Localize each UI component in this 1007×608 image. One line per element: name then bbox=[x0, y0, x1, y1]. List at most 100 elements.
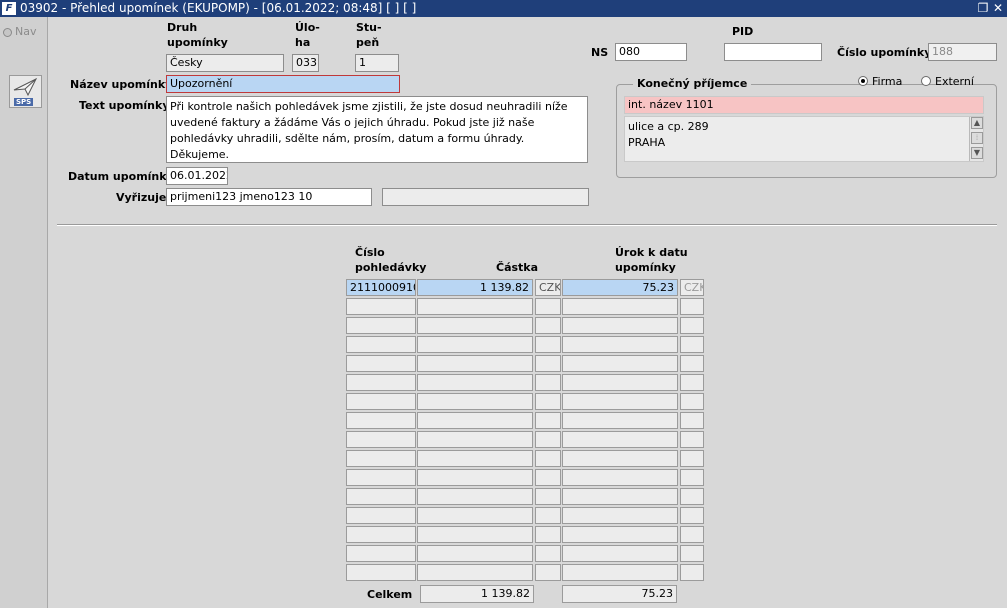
mena-cell[interactable]: CZK bbox=[535, 279, 561, 296]
castka-cell[interactable] bbox=[417, 431, 533, 448]
mena2-cell[interactable] bbox=[680, 412, 704, 429]
urok-cell[interactable] bbox=[562, 374, 678, 391]
cislo-cell[interactable] bbox=[346, 298, 416, 315]
urok-cell[interactable] bbox=[562, 545, 678, 562]
mena-cell[interactable] bbox=[535, 545, 561, 562]
urok-cell[interactable] bbox=[562, 412, 678, 429]
urok-cell[interactable] bbox=[562, 393, 678, 410]
mena-cell[interactable] bbox=[535, 431, 561, 448]
castka-cell[interactable] bbox=[417, 393, 533, 410]
externi-radio[interactable] bbox=[921, 76, 931, 86]
castka-cell[interactable] bbox=[417, 507, 533, 524]
mena-cell[interactable] bbox=[535, 374, 561, 391]
urok-cell[interactable] bbox=[562, 336, 678, 353]
cislo-cell[interactable] bbox=[346, 317, 416, 334]
recipient-address-box[interactable]: ulice a cp. 289 PRAHA bbox=[624, 116, 984, 162]
restore-icon[interactable]: ❐ bbox=[976, 0, 990, 17]
cislo-cell[interactable] bbox=[346, 393, 416, 410]
cislo-cell[interactable]: 2111000910 bbox=[346, 279, 416, 296]
text-textarea[interactable]: Při kontrole našich pohledávek jsme zjis… bbox=[166, 96, 588, 163]
close-icon[interactable]: ✕ bbox=[991, 0, 1005, 17]
mena-cell[interactable] bbox=[535, 412, 561, 429]
mena2-cell[interactable] bbox=[680, 393, 704, 410]
mena2-cell[interactable]: CZK bbox=[680, 279, 704, 296]
mena-cell[interactable] bbox=[535, 355, 561, 372]
mena-cell[interactable] bbox=[535, 488, 561, 505]
datum-input[interactable]: 06.01.2022 bbox=[166, 167, 228, 185]
cislo-cell[interactable] bbox=[346, 507, 416, 524]
castka-cell[interactable] bbox=[417, 355, 533, 372]
druh-field[interactable]: Česky bbox=[166, 54, 284, 72]
recipient-name-field[interactable]: int. název 1101 bbox=[624, 96, 984, 114]
stupen-field[interactable]: 1 bbox=[355, 54, 399, 72]
urok-cell[interactable] bbox=[562, 355, 678, 372]
castka-cell[interactable] bbox=[417, 545, 533, 562]
nav-radio[interactable] bbox=[3, 28, 12, 37]
mena-cell[interactable] bbox=[535, 469, 561, 486]
mena2-cell[interactable] bbox=[680, 374, 704, 391]
mena-cell[interactable] bbox=[535, 393, 561, 410]
scroll-down-icon[interactable]: ▼ bbox=[971, 147, 983, 159]
cislo-cell[interactable] bbox=[346, 469, 416, 486]
mena2-cell[interactable] bbox=[680, 564, 704, 581]
urok-cell[interactable] bbox=[562, 526, 678, 543]
urok-cell[interactable] bbox=[562, 450, 678, 467]
mena-cell[interactable] bbox=[535, 450, 561, 467]
vyrizuje-input[interactable]: prijmeni123 jmeno123 10 bbox=[166, 188, 372, 206]
scroll-up-icon[interactable]: ▲ bbox=[971, 117, 983, 129]
cislo-cell[interactable] bbox=[346, 526, 416, 543]
urok-cell[interactable] bbox=[562, 431, 678, 448]
mena2-cell[interactable] bbox=[680, 355, 704, 372]
castka-cell[interactable] bbox=[417, 374, 533, 391]
cislo-cell[interactable] bbox=[346, 450, 416, 467]
mena-cell[interactable] bbox=[535, 317, 561, 334]
castka-cell[interactable] bbox=[417, 336, 533, 353]
mena2-cell[interactable] bbox=[680, 507, 704, 524]
uloha-field[interactable]: 033 bbox=[292, 54, 319, 72]
urok-cell[interactable] bbox=[562, 507, 678, 524]
cislo-cell[interactable] bbox=[346, 374, 416, 391]
urok-cell[interactable] bbox=[562, 317, 678, 334]
nazev-input[interactable]: Upozornění bbox=[166, 75, 400, 93]
mena-cell[interactable] bbox=[535, 336, 561, 353]
urok-cell[interactable] bbox=[562, 488, 678, 505]
mena2-cell[interactable] bbox=[680, 469, 704, 486]
cislo-cell[interactable] bbox=[346, 564, 416, 581]
castka-cell[interactable]: 1 139.82 bbox=[417, 279, 533, 296]
cislo-cell[interactable] bbox=[346, 488, 416, 505]
cislo-cell[interactable] bbox=[346, 431, 416, 448]
mena2-cell[interactable] bbox=[680, 450, 704, 467]
address-scrollbar[interactable]: ▲ ⁞ ▼ bbox=[969, 117, 983, 161]
sps-button[interactable]: SPS bbox=[9, 75, 42, 108]
castka-cell[interactable] bbox=[417, 317, 533, 334]
mena2-cell[interactable] bbox=[680, 336, 704, 353]
castka-cell[interactable] bbox=[417, 526, 533, 543]
castka-cell[interactable] bbox=[417, 298, 533, 315]
mena-cell[interactable] bbox=[535, 564, 561, 581]
mena-cell[interactable] bbox=[535, 507, 561, 524]
mena2-cell[interactable] bbox=[680, 545, 704, 562]
cislo-cell[interactable] bbox=[346, 336, 416, 353]
castka-cell[interactable] bbox=[417, 412, 533, 429]
mena2-cell[interactable] bbox=[680, 317, 704, 334]
urok-cell[interactable] bbox=[562, 564, 678, 581]
cislo-cell[interactable] bbox=[346, 545, 416, 562]
castka-cell[interactable] bbox=[417, 564, 533, 581]
scroll-thumb-icon[interactable]: ⁞ bbox=[971, 132, 983, 144]
ns-input[interactable]: 080 bbox=[615, 43, 687, 61]
cislo-cell[interactable] bbox=[346, 412, 416, 429]
urok-cell[interactable]: 75.23 bbox=[562, 279, 678, 296]
urok-cell[interactable] bbox=[562, 469, 678, 486]
castka-cell[interactable] bbox=[417, 488, 533, 505]
mena-cell[interactable] bbox=[535, 298, 561, 315]
mena-cell[interactable] bbox=[535, 526, 561, 543]
mena2-cell[interactable] bbox=[680, 526, 704, 543]
castka-cell[interactable] bbox=[417, 469, 533, 486]
urok-cell[interactable] bbox=[562, 298, 678, 315]
mena2-cell[interactable] bbox=[680, 298, 704, 315]
castka-cell[interactable] bbox=[417, 450, 533, 467]
mena2-cell[interactable] bbox=[680, 488, 704, 505]
firma-radio[interactable] bbox=[858, 76, 868, 86]
cislo-cell[interactable] bbox=[346, 355, 416, 372]
pid-input[interactable] bbox=[724, 43, 822, 61]
